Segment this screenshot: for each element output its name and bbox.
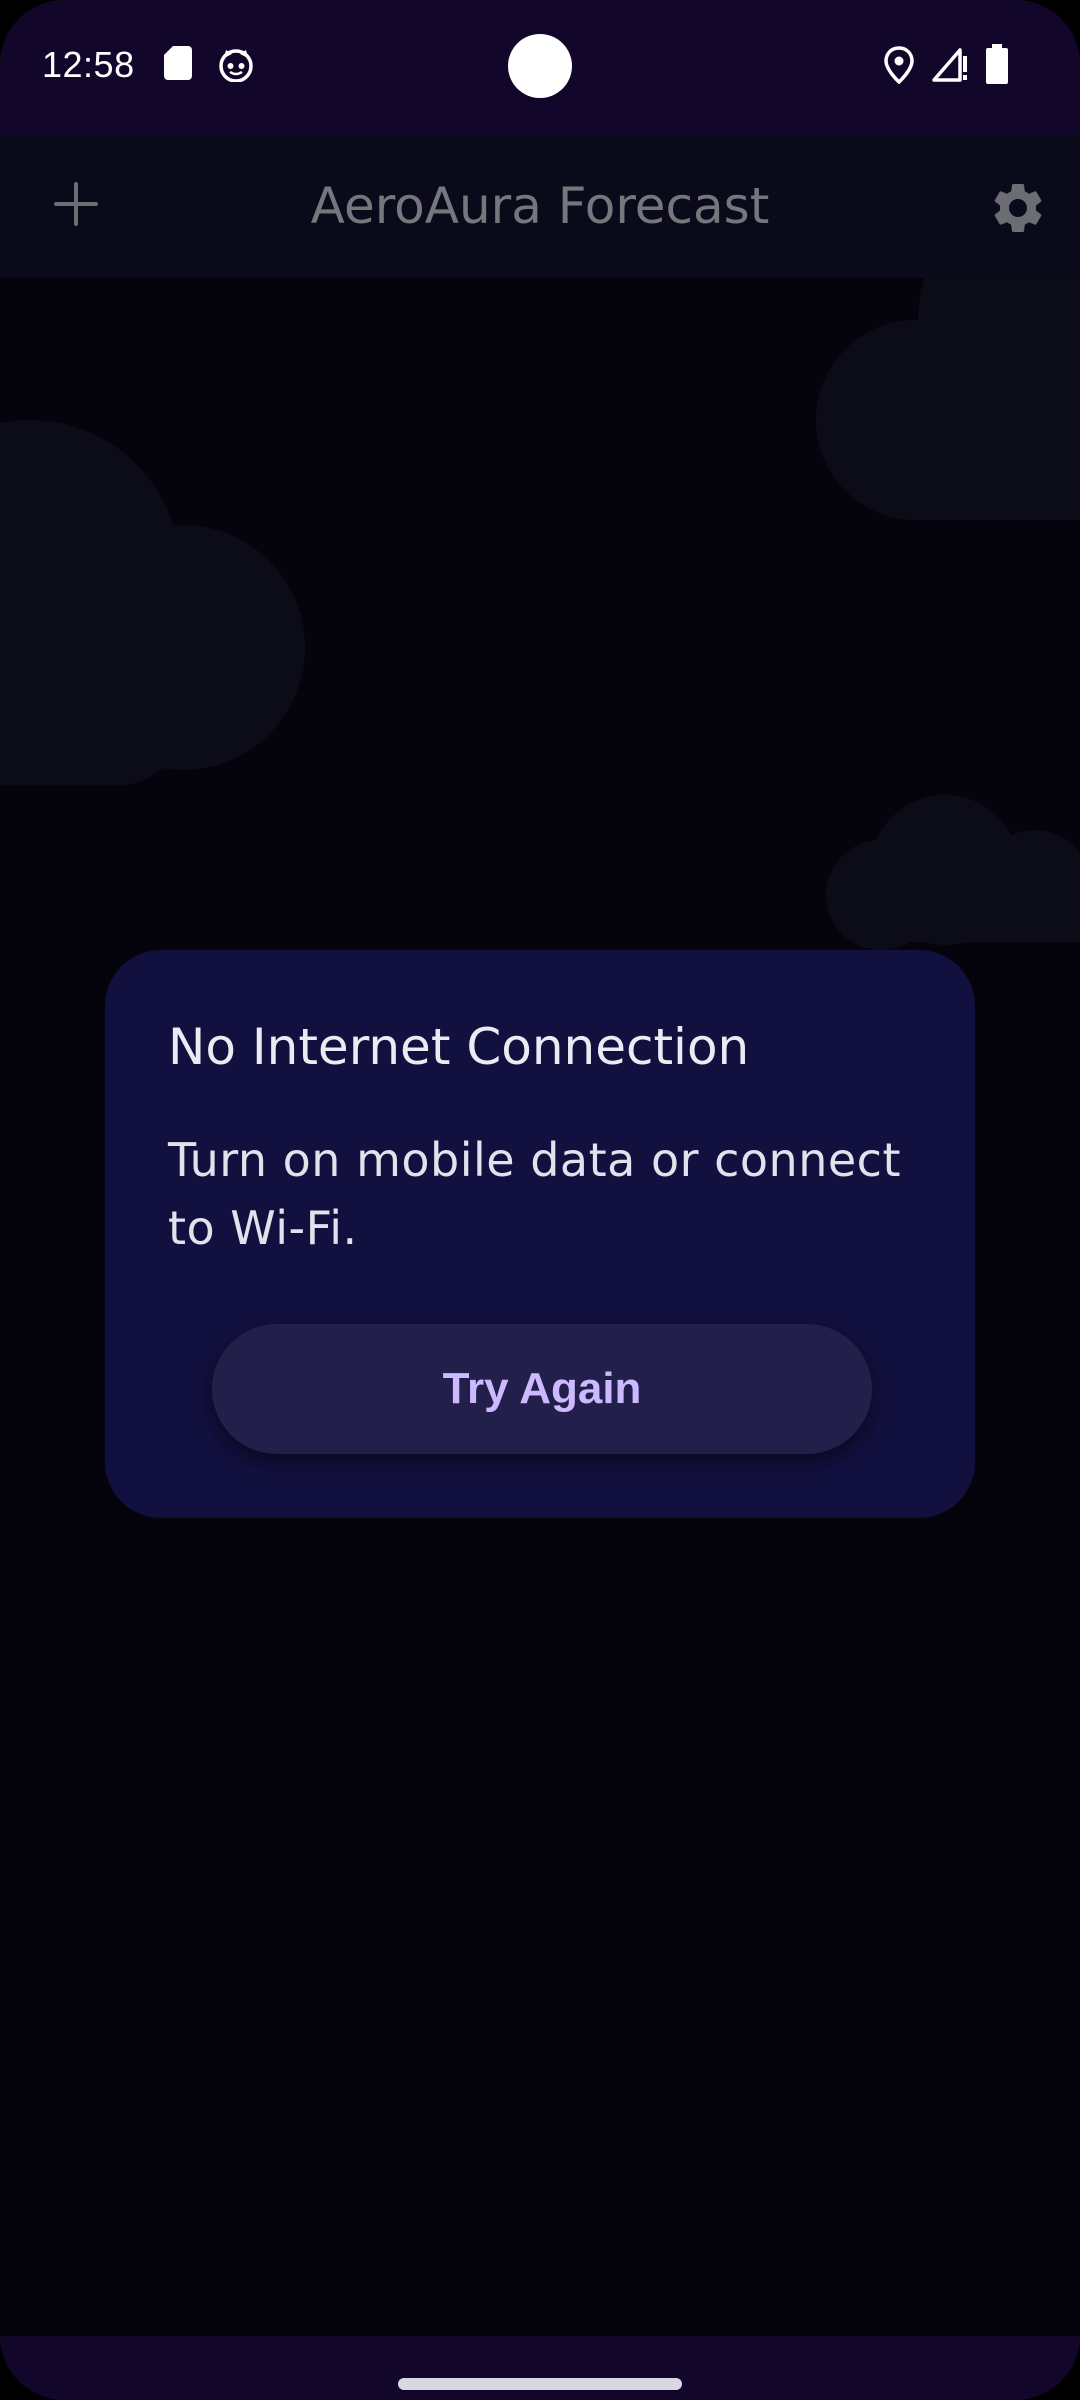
try-again-label: Try Again: [442, 1364, 642, 1413]
dialog-message: Turn on mobile data or connect to Wi-Fi.: [168, 1133, 901, 1255]
sd-card-icon: [164, 46, 192, 84]
phone-screen: 12:58 AeroAura Forecast No Internet Conn…: [0, 0, 1080, 2400]
signal-icon: [932, 46, 968, 86]
cloud-shape: [880, 880, 1080, 942]
navigation-bar: [0, 2336, 1080, 2400]
dialog-title: No Internet Connection: [168, 1018, 750, 1076]
camera-cutout: [508, 34, 572, 98]
try-again-button[interactable]: Try Again: [212, 1324, 872, 1454]
location-icon: [884, 46, 914, 88]
cloud-shape: [916, 330, 1080, 520]
gear-icon: [988, 178, 1048, 242]
cloud-shape: [0, 560, 180, 785]
app-bar: AeroAura Forecast: [0, 134, 1080, 278]
cat-face-icon: [218, 48, 254, 86]
no-internet-dialog: No Internet Connection Turn on mobile da…: [105, 950, 975, 1518]
app-title: AeroAura Forecast: [310, 177, 770, 235]
home-indicator[interactable]: [398, 2378, 682, 2390]
status-time: 12:58: [42, 44, 135, 85]
battery-icon: [986, 44, 1008, 88]
settings-button[interactable]: [980, 172, 1056, 248]
status-bar: 12:58: [0, 0, 1080, 134]
